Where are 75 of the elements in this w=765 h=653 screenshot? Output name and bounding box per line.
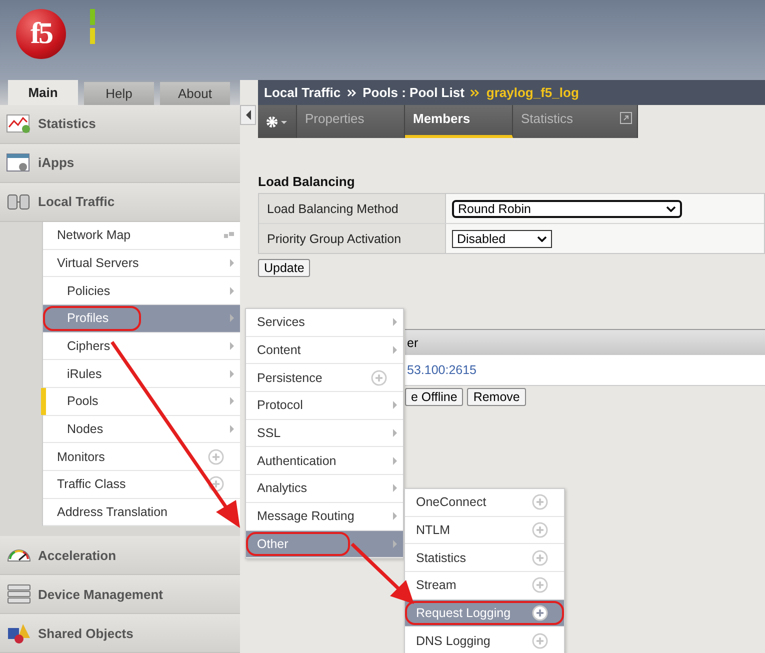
current-marker [41,388,46,415]
shapes-icon [6,622,32,644]
sidebar-section[interactable]: iApps [0,144,240,183]
section-title: Load Balancing [258,174,356,189]
chevron-icon [393,346,397,354]
sidebar-menu-item[interactable]: Nodes [43,416,240,444]
table-cell: Load Balancing Method [259,194,446,223]
nav-tab[interactable]: Help [84,82,154,105]
sidebar-section[interactable]: Acceleration [0,536,240,576]
table-cell: Priority Group Activation [259,224,446,253]
chevron-icon [393,484,397,492]
flyout-menu-item[interactable]: Analytics [246,475,403,503]
nav-tab[interactable]: About [160,82,230,105]
map-icon [224,232,234,238]
sidebar-section[interactable]: Local Traffic [0,182,240,222]
sidebar-section[interactable]: Shared Objects [0,614,240,653]
window-icon [6,152,32,174]
dropdown[interactable]: Disabled [452,230,552,248]
flyout-menu-item[interactable]: Services [246,309,403,337]
action-button[interactable]: Remove [467,388,526,406]
flyout-menu-item[interactable]: OneConnect [405,489,564,517]
breadcrumb-separator-icon [470,88,480,96]
action-button[interactable]: e Offline [405,388,464,406]
plus-icon[interactable] [532,605,548,622]
plus-icon[interactable] [208,476,224,492]
server-icon [6,583,32,606]
settings-button[interactable] [258,105,297,138]
chevron-down-icon [666,206,676,212]
sidebar-menu-item[interactable]: Ciphers [43,332,240,360]
chevron-icon [230,314,234,322]
sidebar-menu-item[interactable]: Network Map [43,222,240,250]
nav-tab[interactable]: Main [8,80,78,105]
chevron-icon [230,425,234,434]
flyout-menu-item[interactable]: NTLM [405,516,564,544]
collapse-button[interactable] [240,105,256,125]
annotation-arrow [350,542,414,604]
breadcrumb-separator-icon [346,88,357,96]
chevron-icon [393,540,397,548]
chevron-icon [393,318,397,326]
flyout-menu-item[interactable]: Statistics [405,544,564,572]
sidebar-menu-item[interactable]: Monitors [43,443,240,472]
breadcrumb-link[interactable]: graylog_f5_log [486,85,579,100]
sidebar-section[interactable]: Device Management [0,575,240,614]
sidebar-menu-item[interactable]: iRules [43,360,240,388]
sidebar-menu-item[interactable]: Pools [43,388,240,416]
chevron-icon [230,342,234,350]
flyout-menu-item[interactable]: Content [246,336,403,364]
update-button[interactable]: Update [258,259,310,277]
gear-icon [265,114,289,128]
flyout-menu-item[interactable]: Persistence [246,364,403,392]
line-chart-icon [6,112,32,135]
sidebar-menu-item[interactable]: Virtual Servers [43,250,240,278]
chevron-icon [230,286,234,295]
flyout-menu-item[interactable]: DNS Logging [405,627,564,653]
chevron-icon [393,401,397,410]
page-tab[interactable]: Members [405,105,513,138]
flyout-menu-item[interactable]: Protocol [246,392,403,420]
member-link[interactable]: 53.100:2615 [407,363,477,377]
chevron-icon [393,512,397,520]
chevron-icon [230,370,234,378]
breadcrumb-link[interactable]: Pools : Pool List [362,85,464,100]
chevron-icon [393,456,397,465]
chevron-down-icon [537,236,547,242]
chevron-icon [393,429,397,438]
f5-logo: f5 [16,9,66,59]
dropdown[interactable]: Round Robin [452,200,682,218]
sidebar-menu-item[interactable]: Traffic Class [43,471,240,499]
flyout-menu-item[interactable]: SSL [246,420,403,448]
external-link-icon[interactable] [620,112,632,124]
chevron-icon [230,397,234,406]
flyout-menu-item[interactable]: Authentication [246,447,403,476]
table-header: er [405,329,765,355]
sidebar-section[interactable]: Statistics [0,105,240,144]
breadcrumb-link[interactable]: Local Traffic [264,85,341,100]
chevron-icon [230,258,234,267]
